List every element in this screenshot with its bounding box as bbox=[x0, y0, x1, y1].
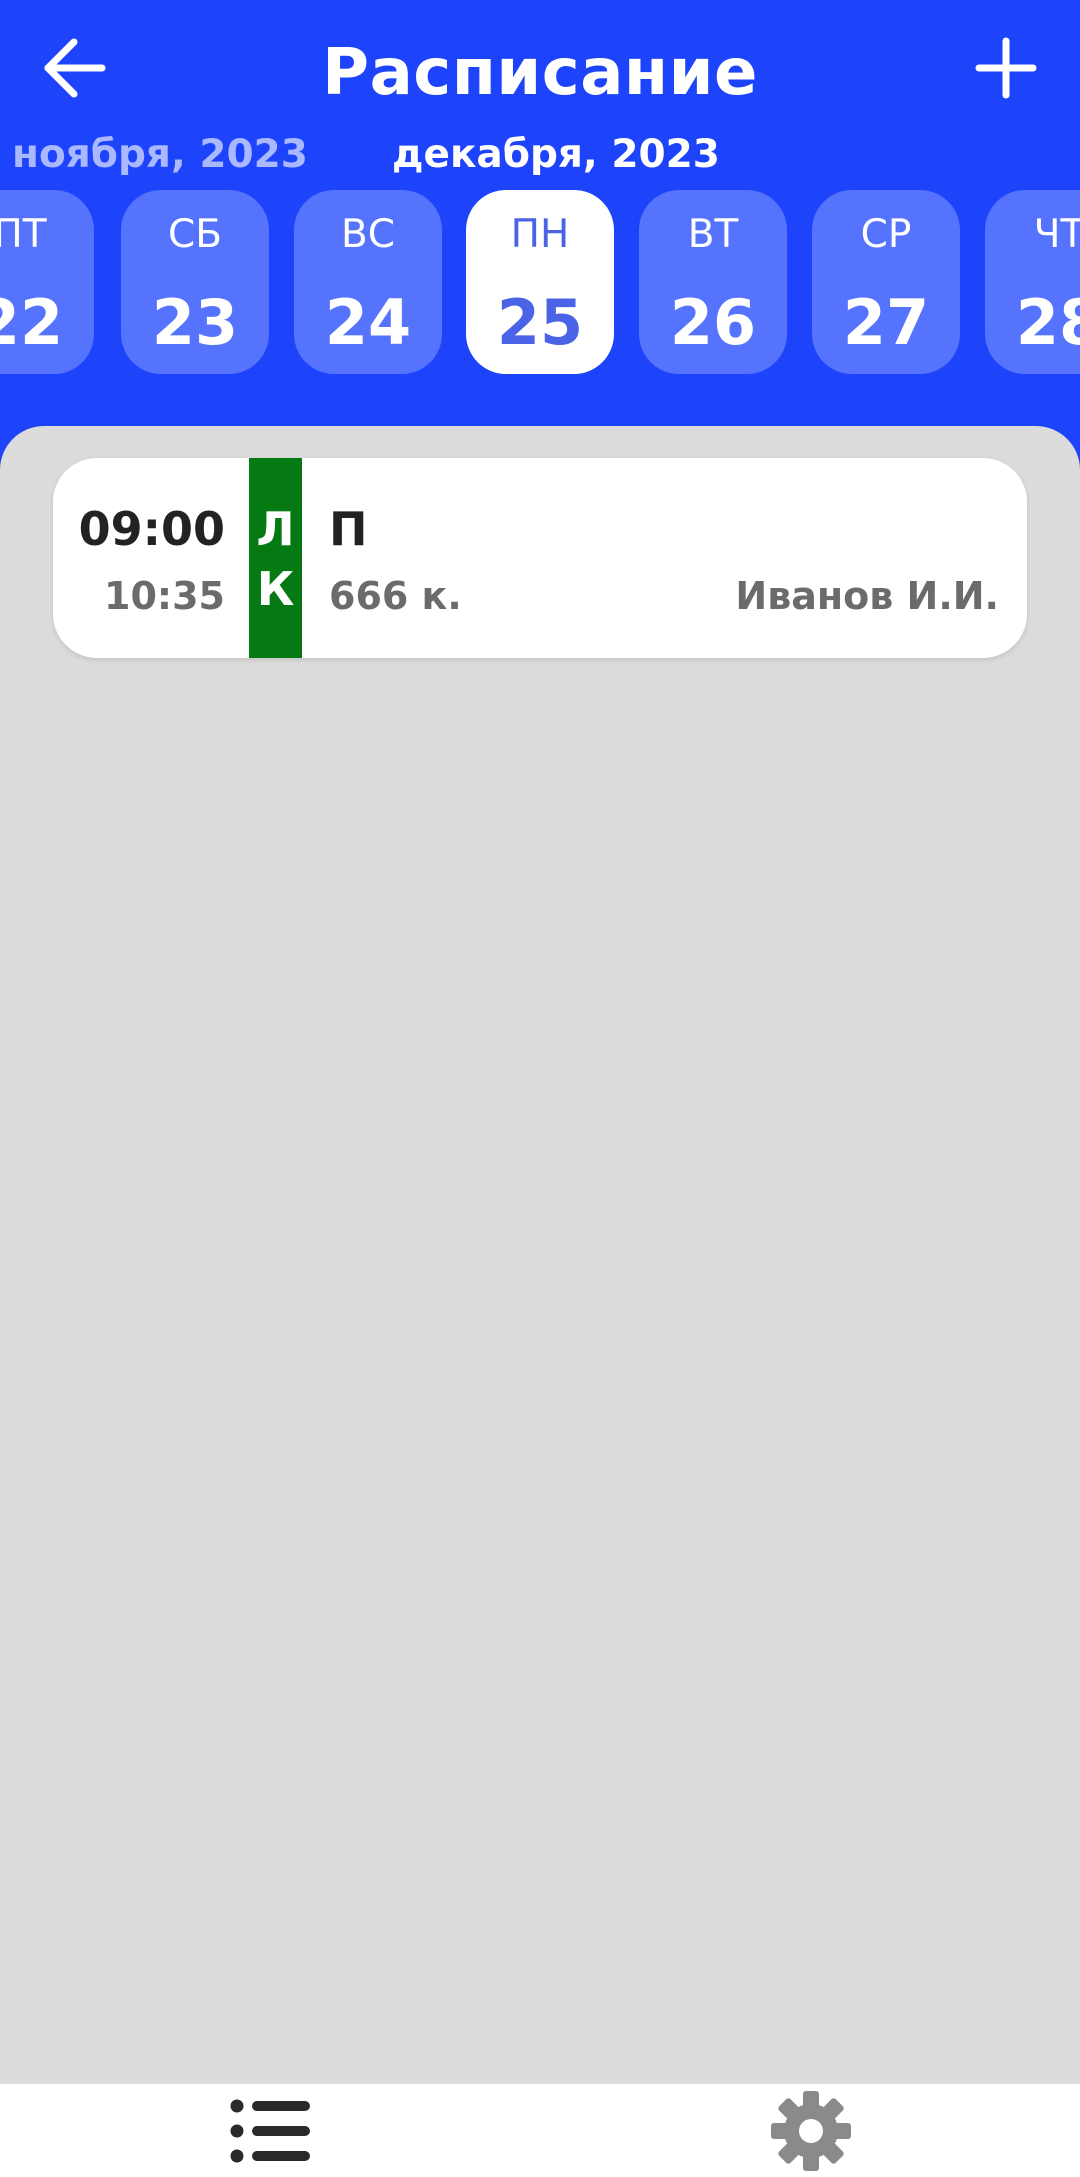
day-of-week: ПТ bbox=[0, 212, 47, 257]
lesson-type-bar: Л К bbox=[249, 458, 302, 658]
day-pill[interactable]: ВТ 26 bbox=[639, 190, 787, 374]
day-of-week: СБ bbox=[168, 212, 222, 257]
gear-icon bbox=[771, 2091, 851, 2171]
lesson-room: 666 к. bbox=[329, 574, 462, 618]
page-title: Расписание bbox=[322, 36, 758, 110]
day-number: 27 bbox=[842, 286, 930, 359]
day-pill[interactable]: СБ 23 bbox=[121, 190, 269, 374]
day-pill-selected[interactable]: ПН 25 bbox=[466, 190, 614, 374]
previous-month-label: ноября, 2023 bbox=[12, 132, 308, 177]
day-number: 24 bbox=[324, 286, 412, 359]
lesson-card[interactable]: 09:00 10:35 Л К П 666 к. Иванов И.И. bbox=[53, 458, 1027, 658]
day-of-week: ВС bbox=[341, 212, 395, 257]
day-number: 26 bbox=[669, 286, 757, 359]
day-pill[interactable]: ЧТ 28 bbox=[985, 190, 1080, 374]
day-of-week: ПН bbox=[510, 212, 570, 257]
day-of-week: СР bbox=[860, 212, 912, 257]
lesson-subject: П bbox=[329, 502, 368, 556]
schedule-nav-button[interactable] bbox=[228, 2096, 312, 2166]
settings-nav-button[interactable] bbox=[770, 2090, 852, 2172]
day-number: 22 bbox=[0, 286, 64, 359]
day-pill[interactable]: СР 27 bbox=[812, 190, 960, 374]
day-pill[interactable]: ПТ 22 bbox=[0, 190, 94, 374]
day-pill[interactable]: ВС 24 bbox=[294, 190, 442, 374]
add-button[interactable] bbox=[968, 30, 1044, 106]
bottom-navigation bbox=[0, 2084, 1080, 2177]
lesson-type-letter: К bbox=[256, 562, 295, 616]
day-of-week: ВТ bbox=[687, 212, 739, 257]
current-month-label: декабря, 2023 bbox=[392, 132, 720, 177]
plus-icon bbox=[975, 37, 1037, 99]
lesson-type-letter: Л bbox=[256, 502, 295, 556]
lesson-end-time: 10:35 bbox=[104, 574, 225, 618]
day-number: 23 bbox=[151, 286, 239, 359]
lesson-teacher: Иванов И.И. bbox=[735, 574, 999, 618]
day-selector[interactable]: ПТ 22 СБ 23 ВС 24 ПН 25 ВТ 26 СР 27 ЧТ 2… bbox=[0, 190, 1080, 374]
list-icon bbox=[230, 2099, 310, 2163]
schedule-list[interactable]: 09:00 10:35 Л К П 666 к. Иванов И.И. bbox=[0, 426, 1080, 2084]
lesson-start-time: 09:00 bbox=[78, 502, 225, 556]
day-number: 25 bbox=[496, 286, 584, 359]
day-of-week: ЧТ bbox=[1033, 212, 1080, 257]
day-number: 28 bbox=[1015, 286, 1080, 359]
app-header: Расписание ноября, 2023 декабря, 2023 ПТ… bbox=[0, 0, 1080, 430]
